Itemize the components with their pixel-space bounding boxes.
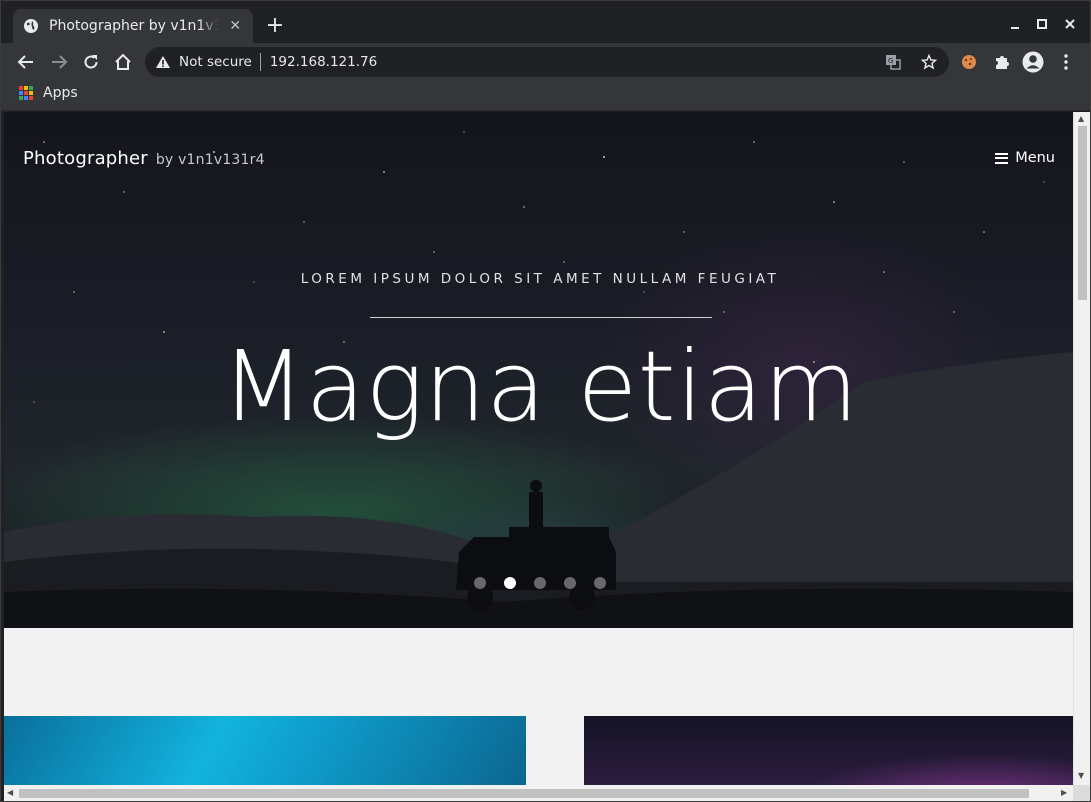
- tab-title: Photographer by v1n1v131r4: [49, 18, 219, 34]
- close-window-icon[interactable]: [1057, 11, 1083, 37]
- browser-tab[interactable]: Photographer by v1n1v131r4 ✕: [13, 9, 253, 43]
- extension-cookie-icon[interactable]: [957, 50, 981, 74]
- site-logo-byline: by v1n1v131r4: [155, 152, 265, 168]
- hero-kicker: LOREM IPSUM DOLOR SIT AMET NULLAM FEUGIA…: [300, 271, 780, 287]
- tab-close-icon[interactable]: ✕: [227, 18, 243, 34]
- apps-label: Apps: [43, 85, 78, 101]
- address-bar-actions: G: [881, 50, 941, 74]
- menu-label: Menu: [1015, 150, 1055, 166]
- divider: [259, 53, 261, 71]
- slider-dots: [474, 577, 606, 589]
- slider-dot-1[interactable]: [474, 577, 486, 589]
- scrollbar-corner: [1073, 785, 1090, 801]
- gallery-thumbnail-night-sky[interactable]: [584, 716, 1073, 785]
- slider-dot-4[interactable]: [564, 577, 576, 589]
- hero-headline: Magna etiam: [221, 330, 859, 443]
- browser-window: Photographer by v1n1v131r4 ✕ +: [0, 0, 1091, 802]
- horizontal-scrollbar[interactable]: ◀ ▶: [4, 785, 1073, 801]
- new-tab-button[interactable]: +: [263, 15, 287, 39]
- horizontal-scroll-thumb[interactable]: [19, 789, 1029, 798]
- address-bar[interactable]: Not secure 192.168.121.76 G: [145, 47, 949, 77]
- scroll-down-arrow-icon[interactable]: ▼: [1078, 772, 1084, 780]
- hero-banner: Photographer by v1n1v131r4 Menu LOREM IP…: [4, 112, 1073, 628]
- bookmark-star-icon[interactable]: [917, 50, 941, 74]
- scroll-left-arrow-icon[interactable]: ◀: [7, 789, 13, 797]
- slider-dot-2[interactable]: [504, 577, 516, 589]
- bookmarks-bar: Apps: [1, 81, 1090, 111]
- extensions-puzzle-icon[interactable]: [990, 50, 1014, 74]
- minimize-icon[interactable]: [1002, 11, 1028, 37]
- translate-icon[interactable]: G: [881, 50, 905, 74]
- site-logo[interactable]: Photographer by v1n1v131r4: [23, 148, 265, 169]
- hero-divider: [370, 317, 712, 318]
- url-text[interactable]: 192.168.121.76: [270, 54, 377, 70]
- globe-icon: [23, 18, 39, 34]
- maximize-icon[interactable]: [1029, 11, 1055, 37]
- tab-strip: Photographer by v1n1v131r4 ✕ +: [1, 1, 1090, 43]
- apps-grid-icon: [19, 86, 33, 100]
- hamburger-icon: [995, 152, 1009, 164]
- svg-text:G: G: [888, 57, 893, 65]
- home-icon[interactable]: [111, 50, 135, 74]
- forward-arrow-icon[interactable]: [47, 50, 71, 74]
- back-arrow-icon[interactable]: [14, 50, 38, 74]
- scroll-right-arrow-icon[interactable]: ▶: [1061, 789, 1067, 797]
- site-logo-name: Photographer: [23, 148, 148, 169]
- browser-toolbar: Not secure 192.168.121.76 G: [1, 43, 1090, 81]
- gallery-thumbnail-ice[interactable]: [4, 716, 526, 785]
- slider-dot-5[interactable]: [594, 577, 606, 589]
- vertical-scrollbar[interactable]: ▲ ▼: [1073, 112, 1090, 785]
- profile-avatar-icon[interactable]: [1021, 50, 1045, 74]
- slider-dot-3[interactable]: [534, 577, 546, 589]
- more-menu-icon[interactable]: [1054, 50, 1078, 74]
- warning-icon: [156, 56, 170, 68]
- security-indicator[interactable]: Not secure: [155, 54, 252, 70]
- reload-icon[interactable]: [79, 50, 103, 74]
- vertical-scroll-thumb[interactable]: [1078, 126, 1087, 300]
- page-viewport: Photographer by v1n1v131r4 Menu LOREM IP…: [4, 112, 1073, 785]
- security-label: Not secure: [179, 54, 252, 70]
- bookmark-apps[interactable]: Apps: [19, 85, 78, 101]
- scroll-up-arrow-icon[interactable]: ▲: [1078, 115, 1084, 123]
- menu-button[interactable]: Menu: [995, 150, 1055, 166]
